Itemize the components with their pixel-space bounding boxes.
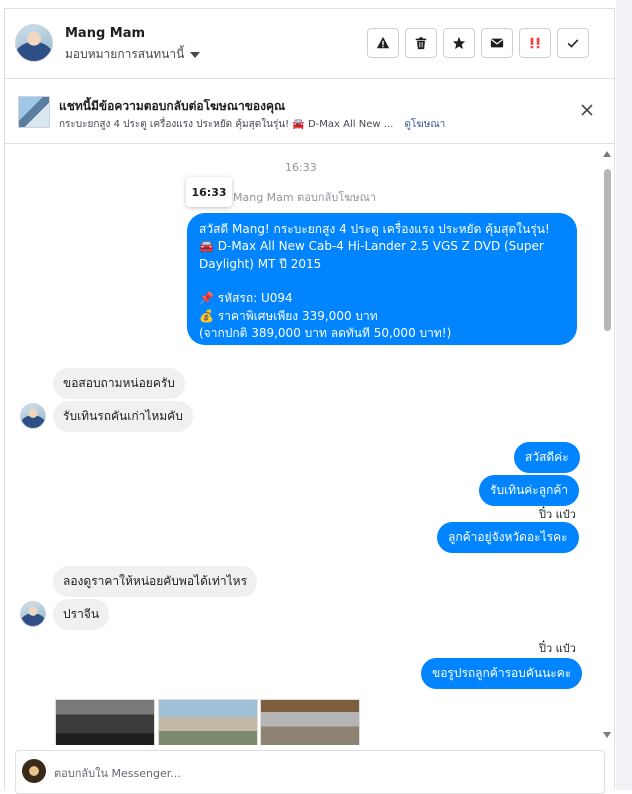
thread-scrollbar[interactable]: [601, 147, 614, 743]
photo-attachment[interactable]: [158, 699, 258, 745]
message-line: 🚘 D-Max All New Cab-4 Hi-Lander 2.5 VGS …: [199, 239, 544, 254]
spam-icon: [530, 37, 540, 49]
report-button[interactable]: [367, 28, 399, 58]
reply-composer[interactable]: ตอบกลับใน Messenger...: [15, 750, 605, 794]
message-incoming[interactable]: ปราจีน: [53, 599, 110, 630]
time-tooltip: 16:33: [186, 177, 232, 207]
message-line: (จากปกติ 389,000 บาท ลดทันที 50,000 บาท!…: [199, 325, 452, 340]
message-line: สวัสดี Mang! กระบะยกสูง 4 ประตู เครื่องแ…: [199, 222, 550, 236]
trash-icon: [415, 37, 427, 50]
message-line: 💰 ราคาพิเศษเพียง 339,000 บาท: [199, 308, 378, 323]
ad-description: กระบะยกสูง 4 ประตู เครื่องแรง ประหยัด คุ…: [59, 119, 394, 130]
assign-label: มอบหมายการสนทนานี้: [65, 47, 185, 61]
contact-avatar[interactable]: [15, 24, 53, 62]
conversation-panel: Mang Mam มอบหมายการสนทนานี้ แชทนี้มีข้อค…: [4, 8, 615, 794]
star-icon: [452, 36, 466, 49]
mark-unread-button[interactable]: [481, 28, 513, 58]
conversation-header: Mang Mam มอบหมายการสนทนานี้: [5, 9, 614, 79]
scroll-up-arrow-icon[interactable]: [603, 151, 611, 157]
message-line: [199, 273, 565, 290]
delete-button[interactable]: [405, 28, 437, 58]
timestamp: 16:33: [285, 161, 317, 174]
ad-reply-banner: แชทนี้มีข้อความตอบกลับต่อโฆษณาของคุณ กระ…: [5, 80, 614, 144]
spam-button[interactable]: [519, 28, 551, 58]
envelope-icon: [490, 38, 504, 48]
page-avatar: [22, 759, 46, 783]
contact-avatar-small[interactable]: [20, 601, 46, 627]
message-incoming[interactable]: ลองดูราคาให้หน่อยคับพอได้เท่าไหร: [53, 566, 258, 597]
contact-name[interactable]: Mang Mam: [65, 26, 145, 41]
mark-done-button[interactable]: [557, 28, 589, 58]
side-gutter: [616, 0, 632, 790]
close-icon[interactable]: [579, 102, 595, 118]
contact-avatar-small[interactable]: [20, 403, 46, 429]
message-outgoing[interactable]: รับเทินค่ะลูกค้า: [479, 475, 580, 507]
message-outgoing[interactable]: สวัสดีค่ะ: [514, 442, 580, 474]
view-ad-link[interactable]: ดูโฆษณา: [404, 119, 445, 130]
scrollbar-thumb[interactable]: [604, 169, 611, 331]
header-actions: [367, 28, 589, 58]
sender-name: ปิ๋ว แป๋ว: [539, 642, 576, 655]
reply-input[interactable]: ตอบกลับใน Messenger...: [54, 764, 181, 782]
system-message: Mang Mam ตอบกลับโฆษณา: [233, 191, 376, 204]
message-outgoing[interactable]: สวัสดี Mang! กระบะยกสูง 4 ประตู เครื่องแ…: [187, 213, 577, 345]
warning-icon: [376, 36, 390, 49]
scroll-down-arrow-icon[interactable]: [603, 732, 611, 738]
sender-name: ปิ๋ว แป๋ว: [539, 508, 576, 521]
caret-down-icon: [190, 51, 201, 58]
ad-banner-title: แชทนี้มีข้อความตอบกลับต่อโฆษณาของคุณ: [59, 99, 286, 113]
star-button[interactable]: [443, 28, 475, 58]
message-incoming[interactable]: รับเทินรถคันเก่าไหมคับ: [53, 401, 193, 432]
photo-attachment[interactable]: [260, 699, 360, 745]
message-incoming[interactable]: ขอสอบถามหน่อยครับ: [53, 368, 185, 399]
ad-banner-text: กระบะยกสูง 4 ประตู เครื่องแรง ประหยัด คุ…: [59, 117, 445, 132]
message-line: 📌 รหัสรถ: U094: [199, 291, 293, 306]
assign-conversation-dropdown[interactable]: มอบหมายการสนทนานี้: [65, 45, 201, 64]
check-icon: [567, 39, 579, 48]
message-thread[interactable]: 16:33 Mang Mam ตอบกลับโฆษณา 16:33 สวัสดี…: [5, 145, 614, 745]
message-outgoing[interactable]: ลูกค้าอยู่จังหวัดอะไรคะ: [437, 522, 579, 554]
message-line: Daylight) MT ปี 2015: [199, 256, 322, 271]
message-outgoing[interactable]: ขอรูปรถลูกค้ารอบคันนะคะ: [421, 658, 583, 690]
ad-thumbnail[interactable]: [18, 96, 50, 128]
photo-attachment[interactable]: [55, 699, 155, 745]
